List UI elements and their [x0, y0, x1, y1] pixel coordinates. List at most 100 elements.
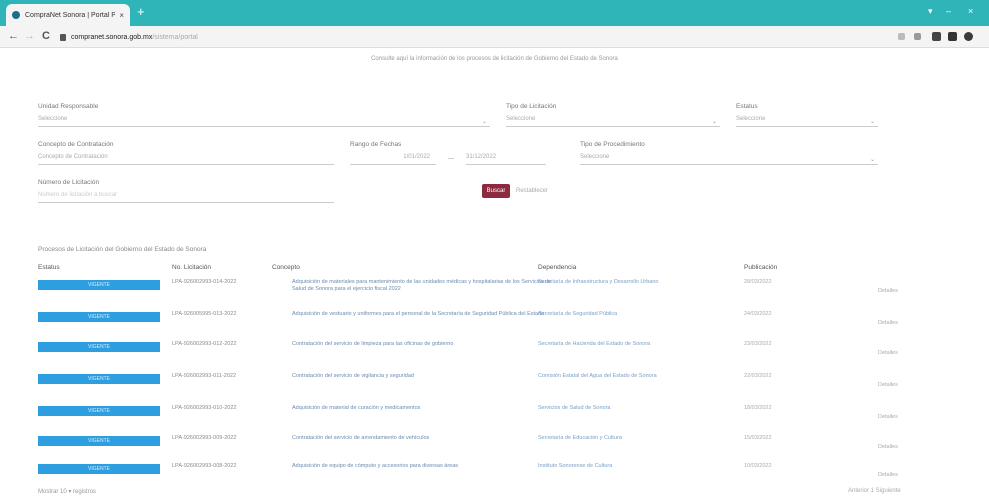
- concepto-text[interactable]: Adquisición de vestuario y uniformes par…: [292, 311, 558, 318]
- back-button[interactable]: ←: [8, 30, 19, 42]
- browser-tab[interactable]: CompraNet Sonora | Portal Públ ×: [6, 4, 130, 26]
- dependencia-text: Secretaría de Infraestructura y Desarrol…: [538, 279, 659, 285]
- unidad-label: Unidad Responsable: [38, 103, 99, 110]
- concepto-input[interactable]: Concepto de Contratación: [38, 151, 334, 165]
- site-favicon-icon: [12, 11, 20, 19]
- detalles-link[interactable]: Detalles: [878, 382, 898, 388]
- detalles-link[interactable]: Detalles: [878, 472, 898, 478]
- buscar-button[interactable]: Buscar: [482, 184, 510, 198]
- concepto-text[interactable]: Adquisición de equipo de cómputo y acces…: [292, 463, 558, 470]
- window-close-button[interactable]: ×: [968, 6, 973, 16]
- fecha-publicacion: 23/03/2022: [744, 341, 772, 347]
- detalles-link[interactable]: Detalles: [878, 444, 898, 450]
- tab-title: CompraNet Sonora | Portal Públ: [25, 11, 116, 19]
- estatus-select[interactable]: Seleccione: [736, 113, 878, 127]
- estatus-label: Estatus: [736, 103, 758, 110]
- rango-fechas-label: Rango de Fechas: [350, 141, 402, 148]
- status-badge: VIGENTE: [38, 342, 160, 352]
- numero-licitacion[interactable]: LPA-926002993-010-2022: [172, 405, 292, 412]
- tipo-procedimiento-select[interactable]: Seleccione: [580, 151, 878, 165]
- concepto-text[interactable]: Contratación del servicio de limpieza pa…: [292, 341, 558, 348]
- table-row: VIGENTE LPA-926002993-008-2022 Adquisición…: [38, 458, 938, 488]
- url-path: /sistema/portal: [152, 33, 198, 41]
- numero-licitacion[interactable]: LPA-926002993-014-2022: [172, 279, 292, 286]
- table-summary: Procesos de Licitación del Gobierno del …: [38, 246, 207, 253]
- url-host: compranet.sonora.gob.mx: [71, 33, 153, 41]
- bookmark-star-icon[interactable]: [898, 33, 905, 40]
- new-tab-button[interactable]: +: [137, 5, 145, 19]
- table-row: VIGENTE LPA-926002993-012-2022 Contratació…: [38, 336, 938, 366]
- chevron-down-icon: ⌄: [712, 119, 718, 125]
- fecha-fin-input[interactable]: 31/12/2022: [466, 151, 546, 165]
- chevron-down-icon: ⌄: [870, 157, 876, 163]
- fecha-publicacion: 28/03/2022: [744, 279, 772, 285]
- extensions-puzzle-icon[interactable]: [932, 32, 941, 41]
- fecha-publicacion: 10/03/2022: [744, 463, 772, 469]
- concepto-text[interactable]: Adquisición de material de curación y me…: [292, 405, 558, 412]
- numero-licitacion-input[interactable]: Número de licitación a buscar: [38, 189, 334, 203]
- numero-licitacion[interactable]: LPA-926002993-008-2022: [172, 463, 292, 470]
- detalles-link[interactable]: Detalles: [878, 320, 898, 326]
- header-dependencia: Dependencia: [538, 264, 577, 271]
- page-size-selector[interactable]: Mostrar 10 ▾ registros: [38, 488, 96, 495]
- concepto-text[interactable]: Adquisición de materiales para mantenimi…: [292, 279, 558, 293]
- address-bar-row: ← → C compranet.sonora.gob.mx /sistema/p…: [0, 26, 989, 48]
- detalles-link[interactable]: Detalles: [878, 350, 898, 356]
- status-badge: VIGENTE: [38, 280, 160, 290]
- status-badge: VIGENTE: [38, 436, 160, 446]
- chevron-down-icon: ⌄: [482, 119, 488, 125]
- window-minimize-button[interactable]: ▾: [928, 6, 933, 17]
- numero-licitacion-label: Número de Licitación: [38, 179, 100, 186]
- dependencia-text: Secretaría de Hacienda del Estado de Son…: [538, 341, 651, 347]
- detalles-link[interactable]: Detalles: [878, 414, 898, 420]
- numero-licitacion[interactable]: LPA-926002993-012-2022: [172, 341, 292, 348]
- numero-licitacion[interactable]: LPA-926002993-009-2022: [172, 435, 292, 442]
- table-row: VIGENTE LPA-926002993-011-2022 Contratació…: [38, 368, 938, 398]
- header-concepto: Concepto: [272, 264, 300, 271]
- lock-icon: [60, 33, 66, 41]
- header-publicacion: Publicación: [744, 264, 778, 271]
- detalles-link[interactable]: Detalles: [878, 288, 898, 294]
- status-badge: VIGENTE: [38, 406, 160, 416]
- table-row: VIGENTE LPA-926002993-010-2022 Adquisición…: [38, 400, 938, 430]
- reload-button[interactable]: C: [42, 30, 50, 42]
- fecha-publicacion: 22/03/2022: [744, 373, 772, 379]
- profile-avatar-icon[interactable]: [964, 32, 973, 41]
- table-row: VIGENTE LPA-926002993-014-2022 Adquisición…: [38, 274, 938, 304]
- restablecer-button[interactable]: Restablecer: [516, 184, 548, 198]
- dependencia-text: Comisión Estatal del Agua del Estado de …: [538, 373, 657, 379]
- tab-close-icon[interactable]: ×: [119, 11, 124, 20]
- dependencia-text: Secretaría de Seguridad Pública: [538, 311, 618, 317]
- extension-icon[interactable]: [914, 33, 921, 40]
- url-field[interactable]: compranet.sonora.gob.mx /sistema/portal: [60, 30, 880, 44]
- fecha-separator: —: [448, 156, 454, 162]
- status-badge: VIGENTE: [38, 464, 160, 474]
- window-restore-button[interactable]: –: [946, 6, 951, 16]
- numero-licitacion[interactable]: LPA-926005995-013-2022: [172, 311, 292, 318]
- header-estatus: Estatus: [38, 264, 60, 271]
- fecha-inicio-input[interactable]: 1/01/2022: [350, 151, 436, 165]
- chevron-down-icon: ⌄: [870, 119, 876, 125]
- pagination[interactable]: Anterior 1 Siguiente: [848, 488, 901, 494]
- tipo-select[interactable]: Seleccione: [506, 113, 720, 127]
- unidad-select[interactable]: Seleccione: [38, 113, 490, 127]
- tipo-label: Tipo de Licitación: [506, 103, 557, 110]
- table-row: VIGENTE LPA-926002993-009-2022 Contratació…: [38, 430, 938, 460]
- dependencia-text: Secretaría de Educación y Cultura: [538, 435, 622, 441]
- dependencia-text: Instituto Sonorense de Cultura: [538, 463, 613, 469]
- concepto-label: Concepto de Contratación: [38, 141, 114, 148]
- reading-list-icon[interactable]: [948, 32, 957, 41]
- fecha-publicacion: 15/03/2022: [744, 435, 772, 441]
- status-badge: VIGENTE: [38, 374, 160, 384]
- forward-button[interactable]: →: [24, 30, 35, 42]
- fecha-publicacion: 18/03/2022: [744, 405, 772, 411]
- browser-tab-bar: CompraNet Sonora | Portal Públ × + ▾ – ×: [0, 0, 989, 26]
- numero-licitacion[interactable]: LPA-926002993-011-2022: [172, 373, 292, 380]
- tipo-procedimiento-label: Tipo de Procedimiento: [580, 141, 645, 148]
- concepto-text[interactable]: Contratación del servicio de arrendamien…: [292, 435, 558, 442]
- status-badge: VIGENTE: [38, 312, 160, 322]
- table-row: VIGENTE LPA-926005995-013-2022 Adquisición…: [38, 306, 938, 336]
- concepto-text[interactable]: Contratación del servicio de vigilancia …: [292, 373, 558, 380]
- page-banner: Consulte aquí la información de los proc…: [371, 56, 618, 62]
- fecha-publicacion: 24/03/2022: [744, 311, 772, 317]
